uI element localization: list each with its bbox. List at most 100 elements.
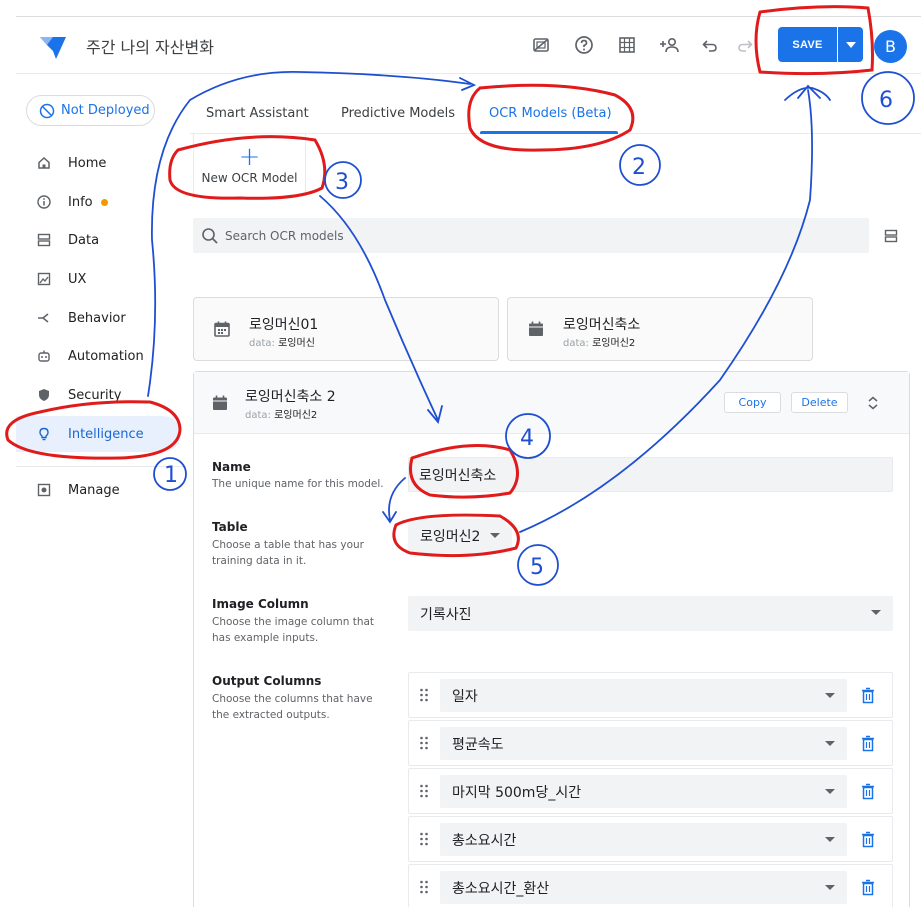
drag-handle-icon[interactable]	[419, 687, 429, 703]
sidebar-item-automation[interactable]: Automation	[16, 338, 181, 374]
add-person-icon[interactable]	[658, 33, 682, 57]
output-column-select[interactable]: 총소요시간	[440, 823, 847, 856]
search-input[interactable]	[225, 228, 825, 243]
output-column-row: 평균속도	[408, 720, 893, 766]
trash-icon[interactable]	[860, 879, 876, 896]
sidebar-item-manage[interactable]: Manage	[16, 472, 181, 508]
sidebar-item-ux[interactable]: UX	[16, 261, 181, 297]
drag-handle-icon[interactable]	[419, 879, 429, 895]
copy-button[interactable]: Copy	[724, 392, 781, 413]
sidebar-item-label: Behavior	[68, 310, 126, 326]
name-field-label: Name	[212, 460, 251, 474]
save-options-caret-icon[interactable]	[837, 27, 863, 62]
tab-predictive-models[interactable]: Predictive Models	[341, 106, 455, 121]
card-data-source: data: 로잉머신2	[563, 338, 636, 349]
help-icon[interactable]	[572, 33, 596, 57]
sidebar-item-label: Data	[68, 232, 100, 248]
lightbulb-icon	[36, 426, 52, 442]
sidebar-item-info[interactable]: Info	[16, 184, 181, 220]
dropdown-caret-icon	[825, 741, 835, 746]
dropdown-caret-icon	[825, 789, 835, 794]
sidebar-item-label: Automation	[68, 348, 144, 364]
ux-icon	[36, 271, 52, 287]
plus-icon: +	[238, 142, 261, 172]
table-field-label: Table	[212, 520, 248, 534]
output-column-value: 총소요시간_환산	[452, 880, 550, 897]
table-select[interactable]: 로잉머신2	[408, 519, 512, 553]
ocr-model-editor-header[interactable]: 로잉머신축소 2 data: 로잉머신2 Copy Delete	[194, 372, 909, 434]
deploy-status-chip[interactable]: Not Deployed	[26, 95, 155, 126]
delete-button[interactable]: Delete	[791, 392, 848, 413]
sidebar-item-intelligence[interactable]: Intelligence	[16, 416, 181, 452]
save-button[interactable]: SAVE	[778, 27, 837, 62]
new-ocr-model-label: New OCR Model	[201, 171, 298, 185]
card-title: 로잉머신축소	[563, 317, 641, 333]
save-button-group: SAVE	[778, 27, 863, 62]
trash-icon[interactable]	[860, 687, 876, 704]
output-column-row: 총소요시간	[408, 816, 893, 862]
security-icon	[36, 387, 52, 403]
sidebar-item-behavior[interactable]: Behavior	[16, 300, 181, 336]
search-bar	[193, 218, 869, 253]
undo-icon[interactable]	[698, 33, 722, 57]
sidebar-item-label: Security	[68, 387, 122, 403]
card-data-source: data: 로잉머신	[249, 338, 315, 349]
automation-icon	[36, 348, 52, 364]
table-select-value: 로잉머신2	[420, 529, 481, 545]
tab-ocr-models[interactable]: OCR Models (Beta)	[489, 106, 612, 121]
dropdown-caret-icon	[825, 837, 835, 842]
appsheet-logo-icon	[40, 37, 66, 59]
home-icon	[36, 155, 52, 171]
output-column-value: 마지막 500m당_시간	[452, 784, 582, 801]
ocr-model-card[interactable]: 로잉머신01 data: 로잉머신	[193, 297, 499, 361]
drag-handle-icon[interactable]	[419, 735, 429, 751]
drag-handle-icon[interactable]	[419, 831, 429, 847]
sidebar-item-label: Intelligence	[68, 426, 144, 442]
image-column-label: Image Column	[212, 597, 309, 611]
grid-icon[interactable]	[615, 33, 639, 57]
output-column-select[interactable]: 마지막 500m당_시간	[440, 775, 847, 808]
drag-handle-icon[interactable]	[419, 783, 429, 799]
sidebar-item-data[interactable]: Data	[16, 222, 181, 258]
output-column-value: 평균속도	[452, 736, 504, 753]
output-column-select[interactable]: 일자	[440, 679, 847, 712]
sidebar-item-label: Info	[68, 194, 93, 210]
editor-title: 로잉머신축소 2	[245, 389, 336, 405]
annotation-number-2: 2	[632, 155, 646, 180]
behavior-icon	[36, 310, 52, 326]
dropdown-caret-icon	[490, 533, 500, 538]
name-input[interactable]: 로잉머신축소	[408, 457, 893, 492]
deploy-status-label: Not Deployed	[61, 103, 150, 118]
output-column-select[interactable]: 평균속도	[440, 727, 847, 760]
annotation-number-3-circle	[324, 161, 362, 199]
output-column-row: 마지막 500m당_시간	[408, 768, 893, 814]
collapse-chevron-icon[interactable]	[864, 394, 882, 412]
trash-icon[interactable]	[860, 735, 876, 752]
manage-icon	[36, 482, 52, 498]
sidebar-item-label: Home	[68, 155, 107, 171]
data-icon	[36, 232, 52, 248]
sidebar-divider	[16, 466, 186, 467]
sidebar-item-security[interactable]: Security	[16, 377, 181, 413]
calendar-icon	[213, 395, 227, 410]
table-field-description: Choose a table that has your training da…	[212, 539, 364, 567]
image-column-description: Choose the image column that has example…	[212, 616, 375, 644]
view-toggle-icon[interactable]	[881, 226, 901, 246]
new-ocr-model-button[interactable]: + New OCR Model	[193, 134, 306, 196]
sidebar-item-home[interactable]: Home	[16, 145, 181, 181]
output-columns-description: Choose the columns that have the extract…	[212, 693, 373, 721]
annotation-number-3: 3	[335, 170, 349, 195]
account-avatar[interactable]: B	[874, 30, 907, 63]
tab-smart-assistant[interactable]: Smart Assistant	[206, 106, 309, 121]
calendar-icon	[214, 321, 230, 337]
dropdown-caret-icon	[825, 693, 835, 698]
trash-icon[interactable]	[860, 831, 876, 848]
image-column-value: 기록사진	[420, 606, 472, 623]
output-column-select[interactable]: 총소요시간_환산	[440, 871, 847, 904]
ocr-model-card[interactable]: 로잉머신축소 data: 로잉머신2	[507, 297, 813, 361]
preview-toggle-icon[interactable]	[529, 33, 553, 57]
redo-icon[interactable]	[733, 33, 757, 57]
trash-icon[interactable]	[860, 783, 876, 800]
image-column-select[interactable]: 기록사진	[408, 596, 893, 631]
output-column-row: 총소요시간_환산	[408, 864, 893, 907]
